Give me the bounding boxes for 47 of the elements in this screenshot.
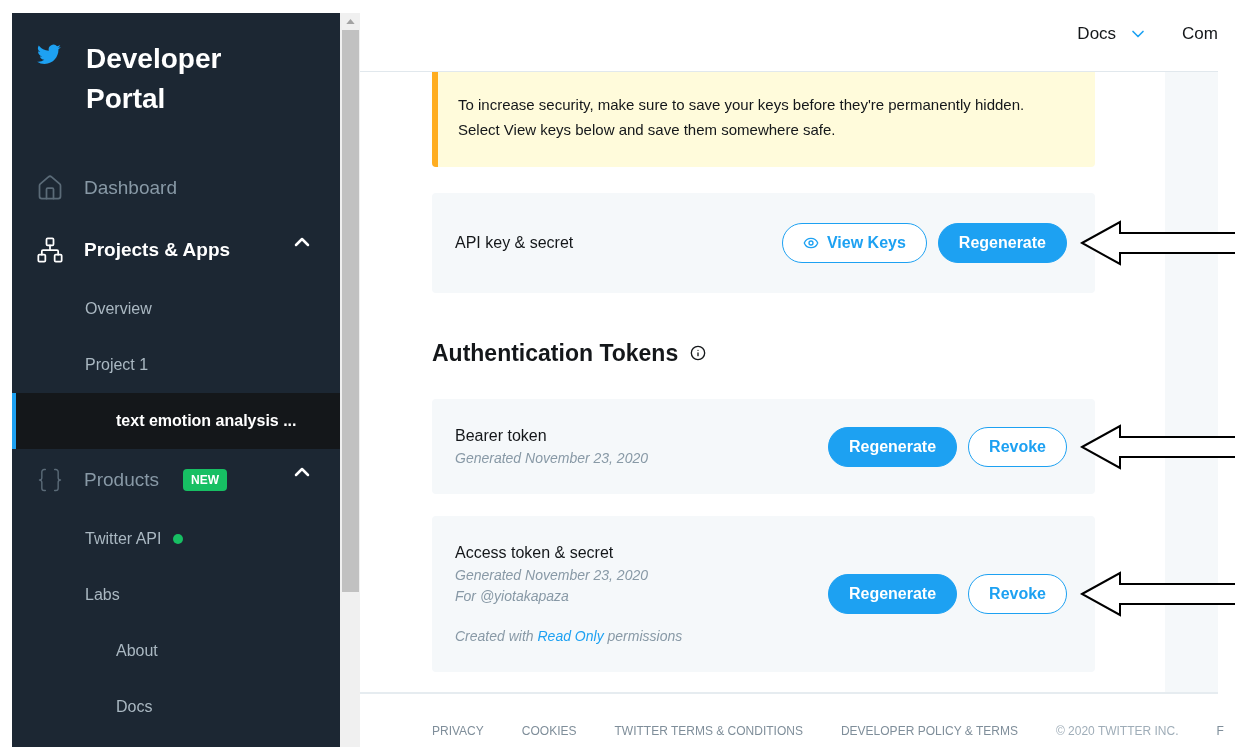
footer-link[interactable]: F [1216,721,1224,740]
braces-icon [36,466,64,494]
brand-title: Developer Portal [86,42,223,116]
primary-button[interactable]: Regenerate [827,426,958,467]
eye-icon [802,235,819,251]
token-meta: For @yiotakapaza [455,587,570,606]
card-title: API key & secret [455,233,574,253]
sidebar-section[interactable]: Projects & Apps [12,219,340,281]
scroll-up-icon[interactable] [345,19,355,24]
sidebar-item[interactable]: Docs [12,679,340,735]
footer-link[interactable]: © 2020 TWITTER INC. [1055,721,1179,740]
token-meta: Generated November 23, 2020 [455,566,649,585]
outline-button[interactable]: View Keys [781,223,927,263]
sidebar-item[interactable]: Labs [12,567,340,623]
network-icon [36,236,64,264]
footer-link[interactable]: DEVELOPER POLICY & TERMS [840,721,1018,740]
section-heading: Authentication Tokens [432,338,679,368]
scroll-thumb[interactable] [341,30,359,592]
info-icon [690,345,707,361]
sidebar-section[interactable]: Products NEW [12,449,340,511]
sidebar-item[interactable]: text emotion analysis ... [12,393,340,449]
security-notice: To increase security, make sure to save your keys before they're permanently hidden. Select View keys below and save them somewhere safe. [432,72,1095,167]
sidebar-item[interactable]: About [12,623,340,679]
home-icon [36,174,64,202]
footer-link[interactable]: PRIVACY [432,721,484,740]
section-label: Projects & Apps [84,237,231,262]
outline-button[interactable]: Revoke [968,426,1067,467]
primary-button[interactable]: Regenerate [827,574,958,614]
permission-link[interactable]: Read Only [537,628,604,644]
card-title: Access token & secret [455,543,615,563]
sidebar-item[interactable]: Overview [12,281,340,337]
sidebar-item[interactable]: Twitter API [12,511,340,567]
sidebar-section[interactable]: Dashboard [12,157,340,219]
card-title: Bearer token [455,426,548,446]
scrollbar[interactable] [340,13,360,747]
primary-button[interactable]: Regenerate [937,223,1067,263]
nav-link[interactable]: Com [1182,20,1218,47]
sidebar-item[interactable]: Project 1 [12,337,340,393]
nav-link[interactable]: Docs [1077,20,1149,47]
outline-button[interactable]: Revoke [968,574,1067,614]
section-label: Products [84,467,159,492]
footer-link[interactable]: TWITTER TERMS & CONDITIONS [614,721,803,740]
new-badge: NEW [183,469,227,491]
footer-link[interactable]: COOKIES [521,721,577,740]
token-meta: Generated November 23, 2020 [455,449,648,468]
permission-note: Created with Read Only permissions [455,627,683,646]
section-label: Dashboard [84,175,177,200]
